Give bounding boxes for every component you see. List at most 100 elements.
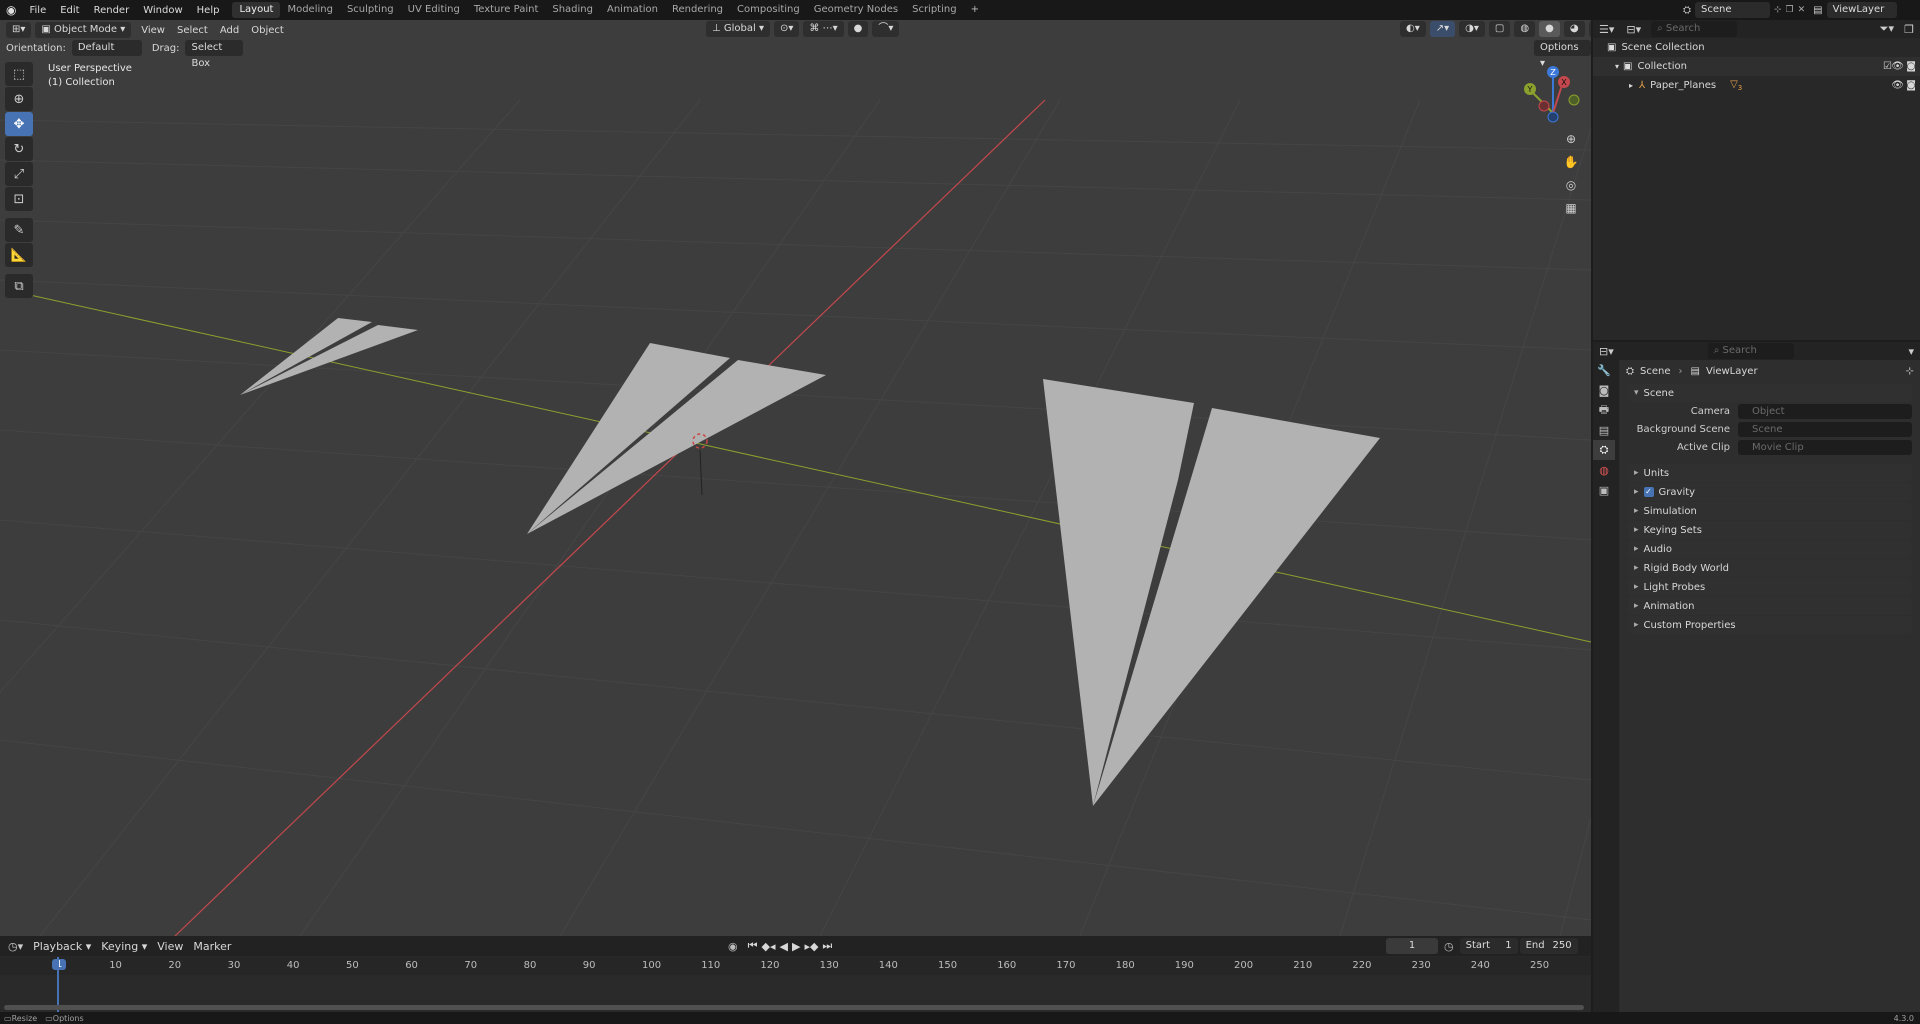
background-scene-field[interactable]: Scene [1738,422,1912,437]
active-clip-field[interactable]: Movie Clip [1738,440,1912,455]
world-tab-icon[interactable]: ◍ [1593,460,1615,480]
tab-scripting[interactable]: Scripting [905,2,963,18]
output-tab-icon[interactable]: 🖶 [1593,400,1615,420]
properties-search-input[interactable]: ⌕ Search [1707,343,1794,359]
outliner-editor-type-icon[interactable]: ☰▾ [1599,23,1614,36]
visibility-button[interactable]: ◐▾ [1400,21,1426,37]
menu-view[interactable]: View [135,25,171,36]
visibility-eye-icon[interactable]: 👁 [1891,61,1904,72]
perspective-toggle-icon[interactable]: ▦ [1560,197,1582,219]
display-mode-icon[interactable]: ⊟▾ [1626,23,1641,36]
tab-compositing[interactable]: Compositing [730,2,807,18]
options-dropdown[interactable]: Options ▾ [1534,40,1591,69]
rotate-tool-icon[interactable]: ↻ [5,137,33,161]
expand-chevron-icon[interactable]: ▾ [1615,62,1619,71]
pan-hand-icon[interactable]: ✋ [1560,151,1582,173]
outliner-row-collection[interactable]: ▾ ▣ Collection ☑ 👁 ◙ [1593,57,1920,76]
tab-texture-paint[interactable]: Texture Paint [467,2,546,18]
view-layer-tab-icon[interactable]: ▤ [1593,420,1615,440]
scene-tab-icon[interactable]: ⛭ [1593,440,1615,460]
transform-orientation-dropdown[interactable]: ⊥ Global ▾ [706,21,770,37]
start-frame-field[interactable]: Start 1 [1459,938,1518,954]
auto-keying-icon[interactable]: ◉ [728,940,738,953]
tab-modeling[interactable]: Modeling [280,2,340,18]
timeline-track-area[interactable] [0,957,1591,1012]
menu-object[interactable]: Object [245,25,290,36]
playhead[interactable] [57,957,59,1012]
expand-chevron-icon[interactable]: ▸ [1629,81,1633,90]
jump-end-icon[interactable]: ⏭ [822,939,832,953]
3d-viewport[interactable]: Z Y X ⊞▾ ▣ Object Mode ▾ View Select Add… [0,20,1591,936]
zoom-icon[interactable]: ⊕ [1560,128,1582,150]
end-frame-field[interactable]: End 250 [1519,938,1578,954]
drag-setting-dropdown[interactable]: Select Box [185,40,244,69]
properties-options-icon[interactable]: ▾ [1908,345,1914,358]
move-tool-icon[interactable]: ✥ [5,112,33,136]
menu-playback[interactable]: Playback ▾ [33,940,91,953]
new-collection-icon[interactable]: ❐ [1904,23,1914,36]
tab-animation[interactable]: Animation [600,2,665,18]
play-icon[interactable]: ▶ [792,940,800,953]
preview-range-icon[interactable]: ◷ [1444,940,1454,953]
tab-sculpting[interactable]: Sculpting [340,2,401,18]
menu-help[interactable]: Help [190,5,227,16]
render-tab-icon[interactable]: ◙ [1593,380,1615,400]
mode-dropdown[interactable]: ▣ Object Mode ▾ [35,22,132,38]
falloff-button[interactable]: ⌒▾ [872,21,900,37]
gizmo-toggle-button[interactable]: ↗▾ [1429,21,1456,37]
annotate-tool-icon[interactable]: ✎ [5,218,33,242]
filter-icon[interactable]: ⏷▾ [1880,22,1894,36]
menu-add[interactable]: Add [214,25,245,36]
select-box-tool-icon[interactable]: ⬚ [5,62,33,86]
panel-rigid-body-world[interactable]: ▸ Rigid Body World [1628,559,1912,577]
shading-material-icon[interactable]: ◕ [1563,21,1585,37]
menu-marker[interactable]: Marker [193,940,231,953]
render-camera-icon[interactable]: ◙ [1906,80,1916,91]
new-scene-icon[interactable]: ❐ [1786,5,1794,15]
tab-layout[interactable]: Layout [232,2,281,18]
measure-tool-icon[interactable]: 📐 [5,243,33,267]
panel-gravity[interactable]: ▸ ✓ Gravity [1628,483,1912,501]
outliner-search-input[interactable]: ⌕ Search [1651,21,1738,37]
tab-geometry-nodes[interactable]: Geometry Nodes [807,2,905,18]
overlay-toggle-button[interactable]: ◑▾ [1459,21,1485,37]
next-keyframe-icon[interactable]: ▸◆ [804,940,818,953]
tab-shading[interactable]: Shading [545,2,600,18]
panel-audio[interactable]: ▸ Audio [1628,540,1912,558]
delete-scene-icon[interactable]: ✕ [1798,5,1806,15]
shading-wireframe-icon[interactable]: ◍ [1514,21,1536,37]
panel-keying-sets[interactable]: ▸ Keying Sets [1628,521,1912,539]
scale-tool-icon[interactable]: ⤢ [5,162,33,186]
gravity-checkbox[interactable]: ✓ [1643,487,1654,497]
menu-window[interactable]: Window [136,5,189,16]
pin-icon[interactable]: ⊹ [1906,366,1914,377]
add-workspace-icon[interactable]: + [964,2,986,18]
pin-icon[interactable]: ⊹ [1774,5,1782,15]
visibility-eye-icon[interactable]: 👁 [1891,80,1904,91]
snap-button[interactable]: ⌘ ⋯▾ [803,21,844,37]
add-cube-tool-icon[interactable]: ⧉ [5,274,33,298]
scene-field[interactable]: Scene [1695,2,1770,18]
tab-rendering[interactable]: Rendering [665,2,730,18]
menu-render[interactable]: Render [87,5,137,16]
pivot-point-button[interactable]: ⊙▾ [774,21,800,37]
menu-edit[interactable]: Edit [53,5,86,16]
panel-scene-header[interactable]: ▾ Scene [1628,384,1912,402]
camera-view-icon[interactable]: ◎ [1560,174,1582,196]
current-frame-field[interactable]: 1 [1386,938,1438,954]
shading-rendered-icon[interactable]: ◔▾ [1588,21,1591,37]
shading-solid-icon[interactable]: ● [1539,21,1560,37]
editor-type-button[interactable]: ⊞▾ [6,22,32,38]
menu-timeline-view[interactable]: View [157,940,183,953]
collection-tab-icon[interactable]: ▣ [1593,480,1615,500]
panel-custom-properties[interactable]: ▸ Custom Properties [1628,616,1912,634]
cursor-tool-icon[interactable]: ⊕ [5,87,33,111]
menu-select[interactable]: Select [171,25,214,36]
timeline-scrollbar[interactable] [4,1005,1584,1010]
panel-animation[interactable]: ▸ Animation [1628,597,1912,615]
viewport-canvas[interactable]: Z Y X [0,20,1591,936]
render-camera-icon[interactable]: ◙ [1906,61,1916,72]
menu-file[interactable]: File [22,5,53,16]
outliner-row-scene-collection[interactable]: ▣ Scene Collection [1593,38,1920,57]
prev-keyframe-icon[interactable]: ◆◂ [762,940,776,953]
